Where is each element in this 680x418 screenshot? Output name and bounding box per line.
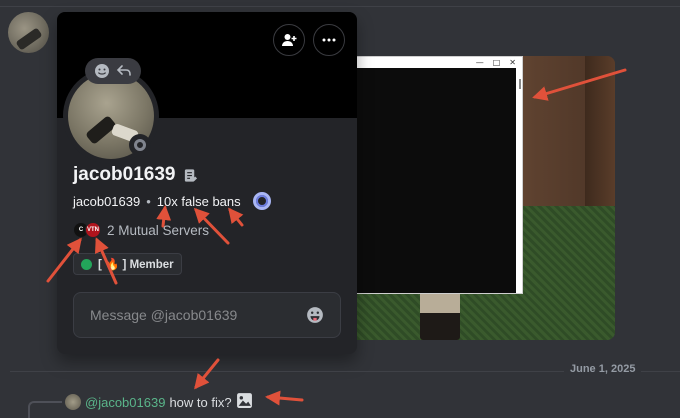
separator: • [146,193,151,209]
game-tree-trunk [585,56,615,226]
message-input[interactable]: Message @jacob01639 [73,292,341,338]
game-character [420,286,460,340]
annotation-arrow [265,390,304,406]
mutual-servers-label: 2 Mutual Servers [107,222,210,238]
server-icon: VTN [85,222,101,238]
top-divider [0,6,680,7]
profile-display-name: jacob01639 [73,164,198,186]
display-name-text: jacob01639 [73,164,176,185]
status-bubble [85,58,141,84]
overlay-window-body [356,68,516,293]
role-label: [ 🔥 ] Member [98,259,174,271]
overlay-window-titlebar: — □ ✕ [356,57,522,68]
emoji-icon[interactable] [306,306,324,324]
role-pill[interactable]: [ 🔥 ] Member [73,253,182,275]
username: jacob01639 [73,193,141,209]
reply-text: how to fix? [169,394,232,410]
role-color-dot [81,258,92,270]
chat-message-avatar[interactable] [8,12,49,53]
mutual-server-icons: C VTN [73,222,101,238]
note-icon[interactable] [183,168,198,183]
badge-icon[interactable] [252,192,271,210]
smile-icon[interactable] [94,63,110,79]
close-icon: ✕ [509,58,516,67]
more-options-button[interactable] [313,24,345,56]
reply-mention[interactable]: @jacob01639 [85,395,165,410]
maximize-icon: □ [492,58,501,67]
reply-avatar [65,394,81,410]
reply-preview[interactable]: @jacob01639 how to fix? [65,392,253,412]
message-placeholder: Message @jacob01639 [90,307,238,323]
annotation-arrow [194,358,220,390]
date-divider-label: June 1, 2025 [564,363,642,375]
game-overlay-window: — □ ✕ [355,56,523,294]
profile-username-line: jacob01639 • 10x false bans [73,192,271,210]
reply-icon[interactable] [116,63,132,79]
offline-status-indicator [129,134,151,156]
image-attachment[interactable]: — □ ✕ [340,56,615,340]
image-icon [236,392,253,412]
minimize-icon: — [475,58,484,67]
ellipsis-icon [322,38,336,42]
reply-spine [28,401,62,418]
profile-popout: jacob01639 jacob01639 • 10x false bans C… [57,12,357,354]
add-friend-button[interactable] [273,24,305,56]
add-friend-icon [282,34,297,46]
mutual-servers[interactable]: C VTN 2 Mutual Servers [73,222,209,238]
overlay-scrollbar [519,79,521,89]
pronouns: 10x false bans [156,193,241,209]
